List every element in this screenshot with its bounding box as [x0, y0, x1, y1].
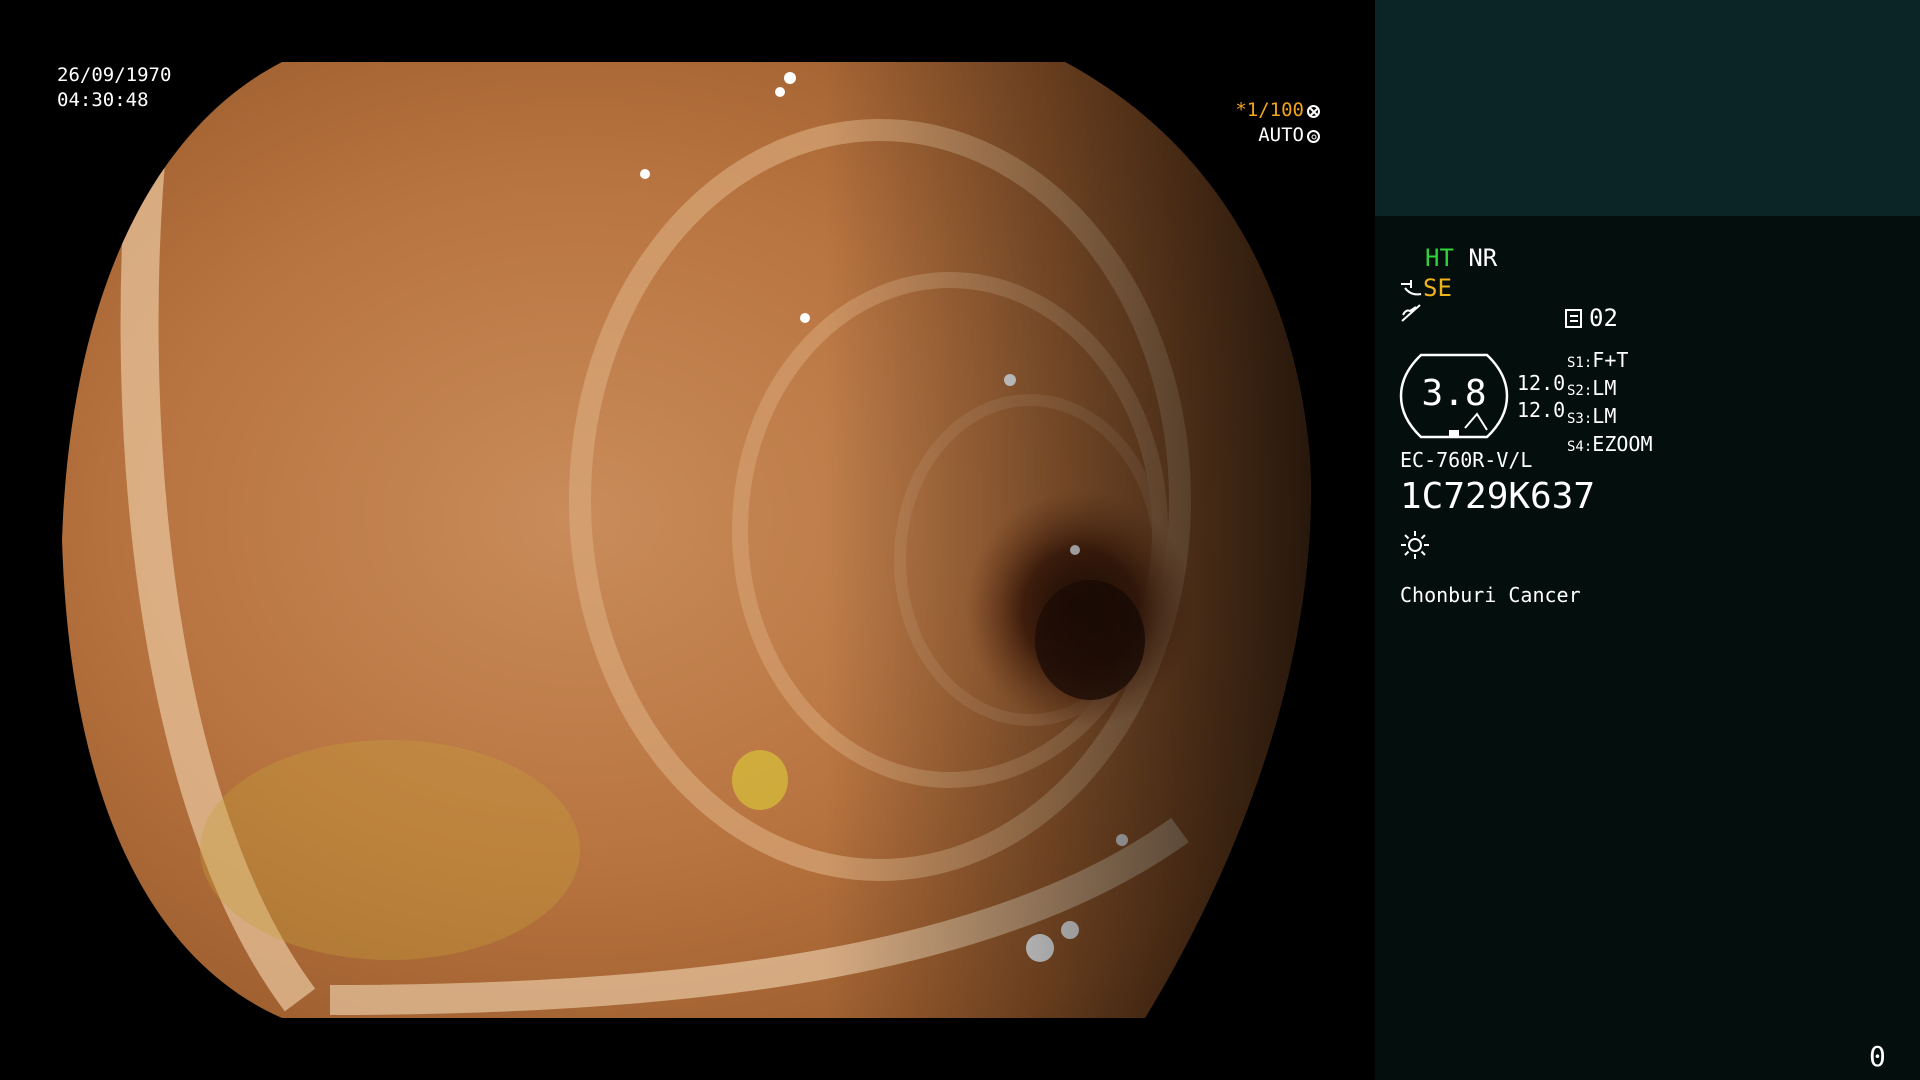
- zoom-value: 3.8: [1421, 373, 1487, 414]
- switch-key: S1:: [1567, 355, 1593, 371]
- structure-enhance-row: SE: [1399, 274, 1452, 302]
- shutter-speed: 1/100: [1246, 99, 1304, 121]
- focus-values: 12.0 12.0: [1517, 370, 1565, 424]
- memo-icon: [1565, 309, 1582, 328]
- switch-value: F+T: [1592, 348, 1629, 372]
- memo-row: 02: [1565, 304, 1618, 332]
- date-time-readout: 26/09/1970 04:30:48: [57, 63, 171, 113]
- shutter-icon: [1307, 105, 1320, 118]
- date-text: 26/09/1970: [57, 64, 172, 86]
- side-panel-header: [1375, 0, 1920, 216]
- light-source-icon: [1401, 531, 1429, 559]
- se-indicator: SE: [1423, 274, 1452, 302]
- time-text: 04:30:48: [57, 89, 149, 111]
- zoom-marker: [1449, 430, 1459, 437]
- switch-value: LM: [1592, 404, 1617, 428]
- institution-name: Chonburi Cancer: [1400, 583, 1581, 607]
- info-side-panel: HT NR SE 02 3.8 12.0 12.0 S1:F+T S2:LM S…: [1375, 0, 1920, 1080]
- nr-indicator: NR: [1468, 244, 1498, 272]
- scope-model: EC-760R-V/L: [1400, 448, 1533, 472]
- image-mode-indicators: HT NR: [1425, 244, 1497, 272]
- scope-switch-assignments: S1:F+T S2:LM S3:LM S4:EZOOM: [1567, 348, 1653, 460]
- switch-key: S2:: [1567, 383, 1593, 399]
- switch-key: S4:: [1567, 439, 1593, 455]
- endoscope-video-area: 26/09/1970 04:30:48 *1/100 AUTO: [0, 0, 1375, 1080]
- memo-number: 02: [1589, 304, 1618, 332]
- enhance-icon: [1401, 280, 1422, 296]
- switch-value: LM: [1592, 376, 1617, 400]
- shutter-prefix: *: [1235, 99, 1247, 121]
- focus-value-1: 12.0: [1517, 371, 1566, 395]
- scope-serial-number: 1C729K637: [1400, 476, 1596, 517]
- focus-value-2: 12.0: [1517, 398, 1566, 422]
- switch-key: S3:: [1567, 411, 1593, 427]
- shutter-iris-readout: *1/100 AUTO: [1235, 98, 1320, 148]
- distal-tip-icon: [1464, 412, 1488, 431]
- iris-mode: AUTO: [1258, 124, 1304, 146]
- iris-icon: [1307, 130, 1320, 143]
- ht-indicator: HT: [1425, 244, 1454, 272]
- freeze-icon: [1400, 303, 1422, 331]
- frame-counter: 0: [1869, 1040, 1886, 1073]
- switch-value: EZOOM: [1592, 432, 1653, 456]
- endoscope-image: [0, 0, 1375, 1080]
